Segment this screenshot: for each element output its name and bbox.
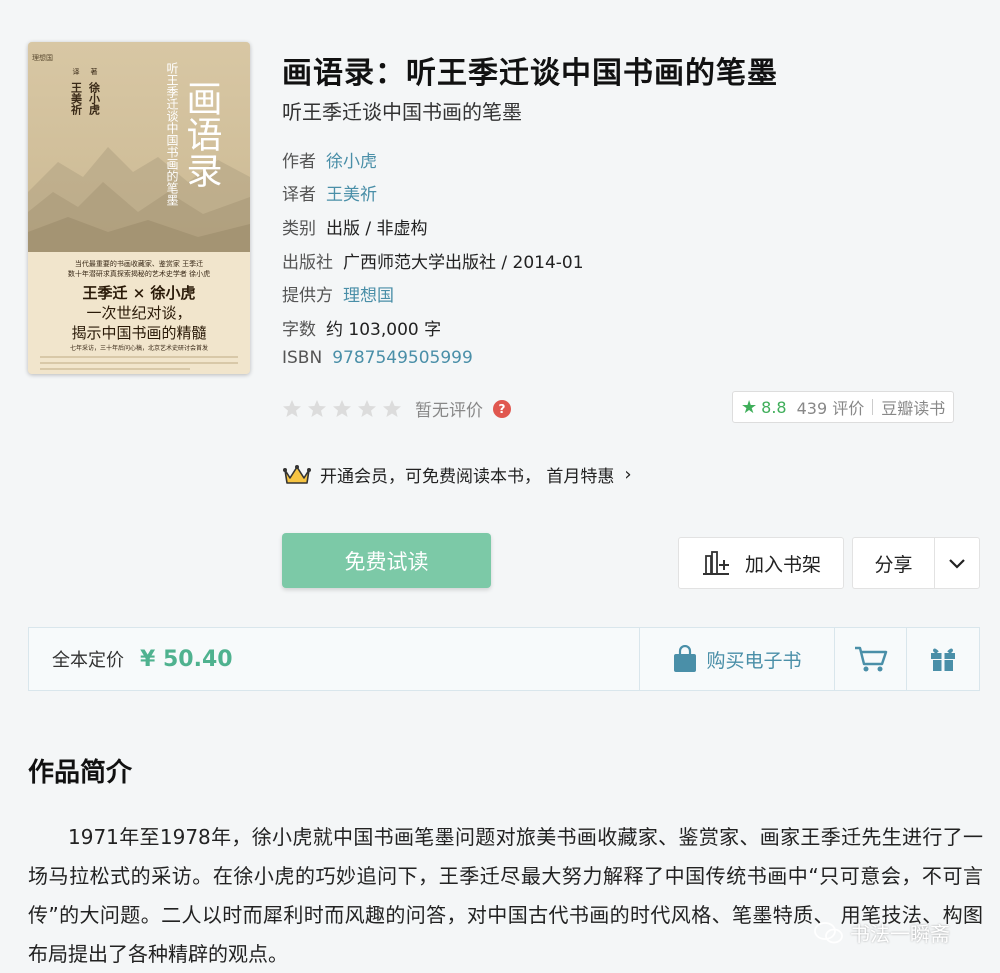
rating-stars[interactable]: 暂无评价 ? xyxy=(282,396,511,421)
meta-key: 提供方 xyxy=(282,286,333,306)
watermark-text: 书法一瞬斋 xyxy=(850,922,950,946)
free-trial-read-button[interactable]: 免费试读 xyxy=(282,533,491,588)
word-count-value: 约 103,000 字 xyxy=(326,320,442,340)
cover-publisher-mark: 理想国 xyxy=(32,53,53,62)
green-star-icon: ★ xyxy=(741,396,758,418)
share-button[interactable]: 分享 xyxy=(852,537,934,589)
buy-ebook-label: 购买电子书 xyxy=(706,649,802,672)
price-label: 全本定价 xyxy=(52,650,124,671)
cover-vertical-subtitle: 听王季迁谈中国书画的笔墨 xyxy=(165,62,179,206)
meta-key: 作者 xyxy=(282,152,316,172)
watermark: 书法一瞬斋 xyxy=(814,918,950,947)
meta-word-count: 字数约 103,000 字 xyxy=(282,315,441,340)
douban-count: 439 评价 xyxy=(796,399,865,418)
douban-rating[interactable]: ★ 8.8 439 评价 豆瓣读书 xyxy=(732,391,955,423)
add-to-shelf-label: 加入书架 xyxy=(744,553,821,576)
cover-translator: 王美祈 xyxy=(70,82,83,116)
book-title: 画语录：听王季迁谈中国书画的笔墨 xyxy=(282,56,778,91)
meta-key: 类别 xyxy=(282,219,316,239)
isbn-link[interactable]: 9787549505999 xyxy=(332,348,473,368)
meta-isbn: ISBN 9787549505999 xyxy=(282,348,473,368)
cover-blurb-small-2: 数十年潜研求真探索揭秘的艺术史学者 徐小虎 xyxy=(68,269,210,278)
star-icon[interactable] xyxy=(382,399,402,419)
meta-key: 译者 xyxy=(282,185,316,205)
cover-author: 徐小虎 xyxy=(88,81,102,116)
meta-author: 作者 徐小虎 xyxy=(282,147,377,172)
intro-text: 1971年至1978年，徐小虎就中国书画笔墨问题对旅美书画收藏家、鉴赏家、画家王… xyxy=(28,825,983,966)
divider xyxy=(872,399,874,415)
star-icon[interactable] xyxy=(282,399,302,419)
douban-source: 豆瓣读书 xyxy=(881,399,946,418)
translator-link[interactable]: 王美祈 xyxy=(326,185,377,205)
crown-icon xyxy=(283,464,311,484)
wechat-icon xyxy=(814,921,843,943)
cover-big-title: 画语录 xyxy=(181,80,222,188)
meta-key: 字数 xyxy=(282,320,316,340)
buy-ebook-button[interactable]: 购买电子书 xyxy=(639,628,834,690)
category-value: 出版 / 非虚构 xyxy=(326,219,428,239)
star-icon[interactable] xyxy=(307,399,327,419)
meta-key: ISBN xyxy=(282,348,323,368)
meta-provider: 提供方 理想国 xyxy=(282,281,394,306)
cart-icon xyxy=(854,646,887,672)
intro-heading: 作品简介 xyxy=(28,758,133,788)
membership-promo[interactable]: 开通会员，可免费阅读本书， 首月特惠 › xyxy=(282,462,632,487)
star-icon[interactable] xyxy=(357,399,377,419)
price-value: ¥ 50.40 xyxy=(140,646,233,672)
price-bar: 全本定价 ¥ 50.40 购买电子书 xyxy=(28,627,980,691)
cover-blurb-small-3: 七年采访，三十年后问心稿，北京艺术史研讨会首发 xyxy=(70,344,208,352)
cover-blurb-big-3: 揭示中国书画的精髓 xyxy=(71,324,206,342)
add-to-cart-button[interactable] xyxy=(834,628,906,690)
cover-blurb-big-2: 一次世纪对谈， xyxy=(86,304,191,322)
meta-key: 出版社 xyxy=(282,253,333,273)
meta-publisher: 出版社 广西师范大学出版社 / 2014-01 xyxy=(282,248,584,273)
chevron-down-icon xyxy=(949,559,965,569)
no-rating-text: 暂无评价 xyxy=(415,401,483,421)
help-icon[interactable]: ? xyxy=(493,399,511,418)
add-to-shelf-button[interactable]: 加入书架 xyxy=(678,537,844,589)
share-dropdown-button[interactable] xyxy=(934,537,980,589)
gift-icon xyxy=(931,648,955,671)
book-cover[interactable]: 理想国 画语录 听王季迁谈中国书画的笔墨 著 徐小虎 译 王美祈 当代最重要的书… xyxy=(28,42,250,374)
book-subtitle: 听王季迁谈中国书画的笔墨 xyxy=(282,100,522,124)
meta-translator: 译者 王美祈 xyxy=(282,180,377,205)
star-icon[interactable] xyxy=(332,399,352,419)
add-shelf-icon xyxy=(702,551,729,575)
meta-category: 类别 出版 / 非虚构 xyxy=(282,214,428,239)
provider-link[interactable]: 理想国 xyxy=(343,286,394,306)
cover-author-role: 著 xyxy=(90,67,98,76)
publisher-value: 广西师范大学出版社 / 2014-01 xyxy=(343,253,584,273)
cover-translator-role: 译 xyxy=(72,68,80,76)
gift-button[interactable] xyxy=(906,628,979,690)
chevron-right-icon: › xyxy=(624,464,632,485)
shopping-bag-icon xyxy=(674,645,697,672)
cover-blurb-big-1: 王季迁 × 徐小虎 xyxy=(82,284,195,302)
cover-blurb-small-1: 当代最重要的书画收藏家、鉴赏家 王季迁 xyxy=(75,259,203,268)
douban-score: 8.8 xyxy=(761,397,787,417)
membership-text: 开通会员，可免费阅读本书， 首月特惠 xyxy=(320,467,615,487)
author-link[interactable]: 徐小虎 xyxy=(326,152,377,172)
